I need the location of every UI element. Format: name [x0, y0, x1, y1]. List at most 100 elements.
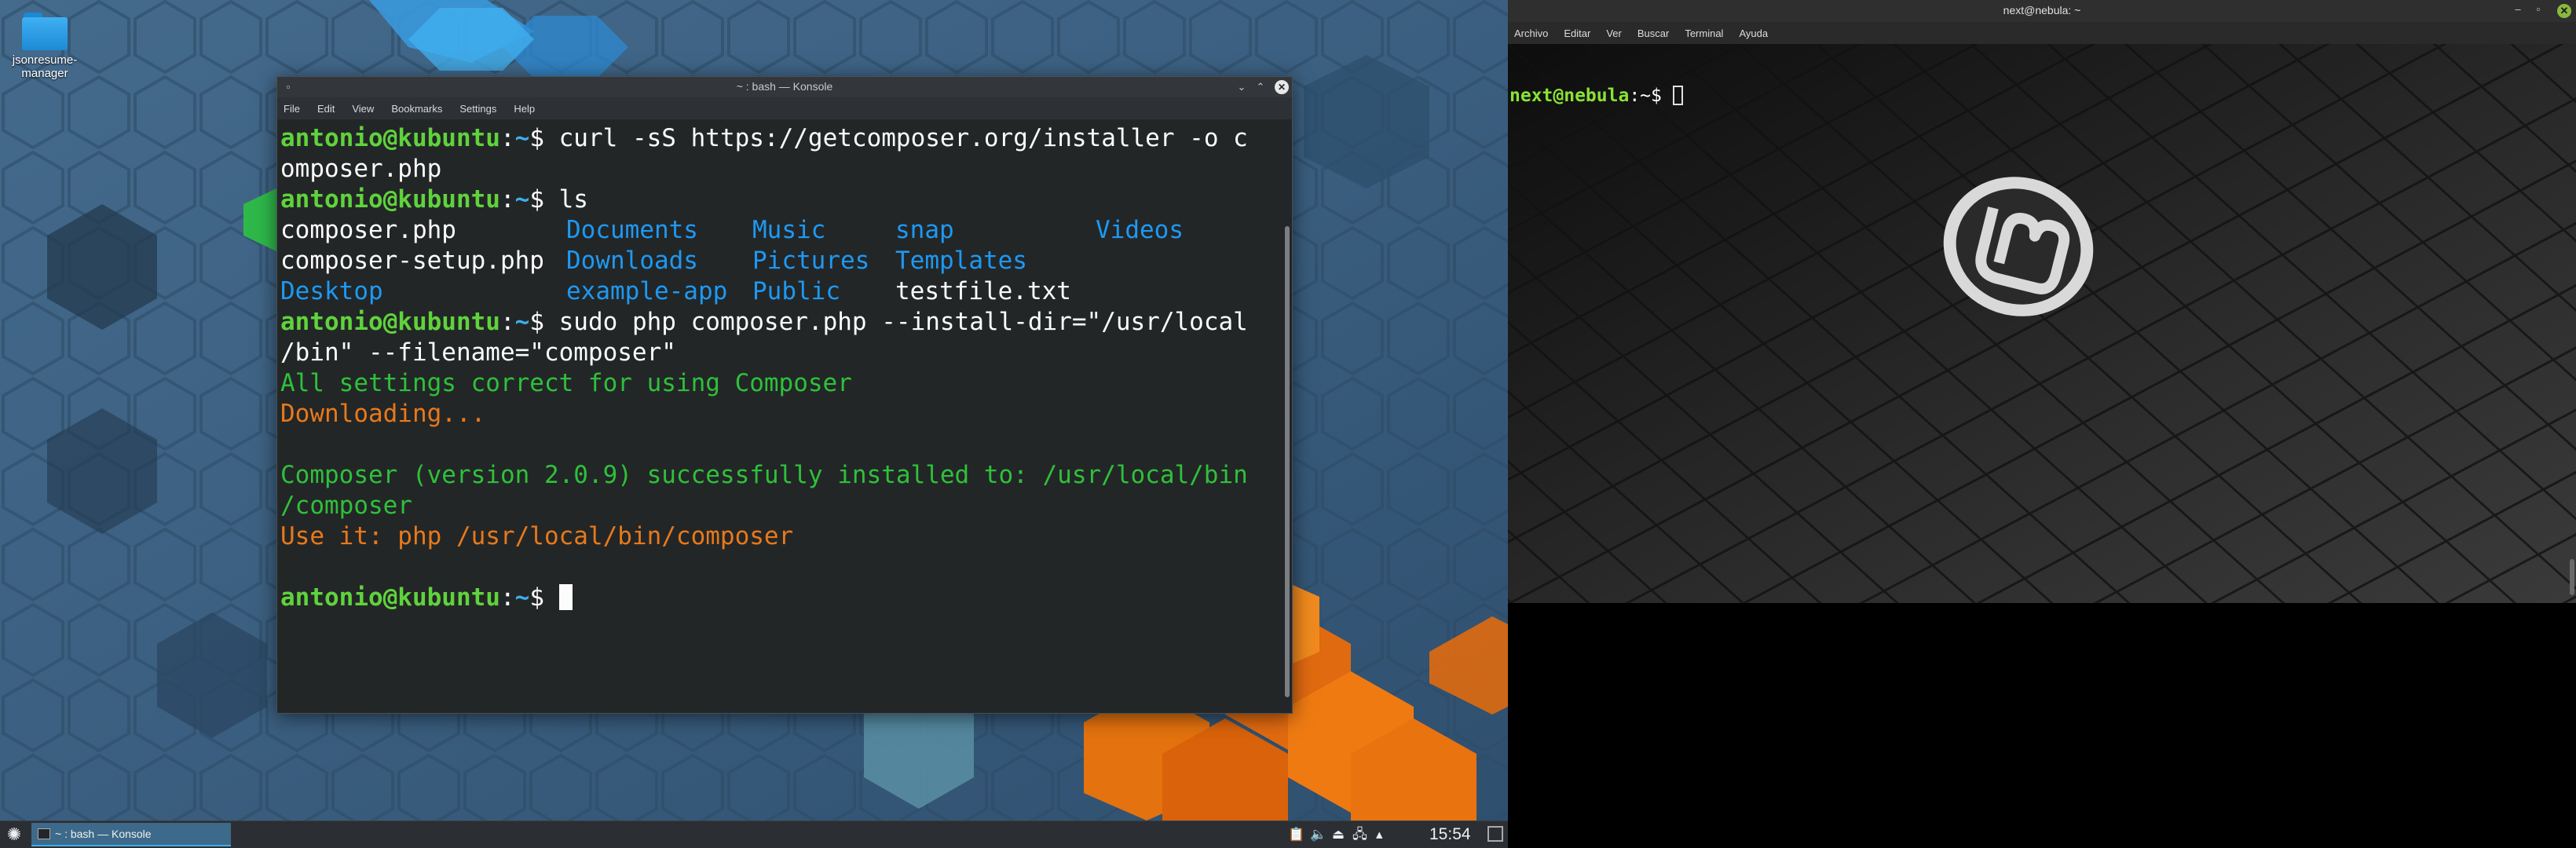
ls-dir: Documents	[566, 216, 698, 244]
expand-tray-icon[interactable]: ▴	[1376, 826, 1383, 843]
output-line: /composer	[280, 492, 412, 520]
prompt-user: antonio@kubuntu	[280, 124, 500, 152]
output-line: All settings correct for using Composer	[280, 369, 852, 397]
ls-file: composer.php	[280, 216, 456, 244]
menu-editar[interactable]: Editar	[1564, 27, 1590, 39]
prompt-path: ~	[514, 124, 530, 152]
menu-file[interactable]: File	[284, 103, 300, 115]
menu-help[interactable]: Help	[514, 103, 535, 115]
konsole-menubar: File Edit View Bookmarks Settings Help	[277, 97, 1292, 119]
menu-buscar[interactable]: Buscar	[1637, 27, 1669, 39]
prompt-path: ~	[514, 308, 530, 336]
output-line: Downloading...	[280, 400, 486, 428]
prompt-user: antonio@kubuntu	[280, 185, 500, 214]
ls-dir: Templates	[895, 247, 1027, 275]
ls-file: testfile.txt	[895, 277, 1071, 305]
clipboard-icon[interactable]: 📋	[1288, 826, 1304, 843]
prompt-end: $	[529, 124, 559, 152]
terminal-icon	[38, 828, 50, 839]
desktop-folder-icon-item[interactable]: jsonresume- manager	[11, 9, 79, 80]
ls-dir: Music	[752, 216, 826, 244]
minimize-icon[interactable]: –	[2510, 3, 2526, 15]
folder-icon	[22, 13, 68, 50]
terminal-line: antonio@kubuntu:~$ ls	[280, 185, 1275, 215]
minimize-icon[interactable]: ⌄	[1234, 79, 1250, 95]
menu-archivo[interactable]: Archivo	[1514, 27, 1548, 39]
prompt-end: $	[529, 185, 559, 214]
ls-file: composer-setup.php	[280, 247, 544, 275]
mint-scrollbar[interactable]	[2570, 559, 2574, 595]
prompt-path: ~	[514, 185, 530, 214]
prompt-sep: :	[499, 583, 515, 612]
menu-edit[interactable]: Edit	[317, 103, 335, 115]
maximize-icon[interactable]: ▫	[2530, 3, 2546, 15]
close-icon[interactable]: ✕	[2557, 4, 2571, 18]
prompt-end: $	[529, 583, 559, 612]
prompt-path: :~$	[1629, 86, 1673, 106]
menu-ver[interactable]: Ver	[1606, 27, 1622, 39]
menu-view[interactable]: View	[352, 103, 374, 115]
output-line: Composer (version 2.0.9) successfully in…	[280, 461, 1248, 489]
ls-dir: Downloads	[566, 247, 698, 275]
ls-row: Desktop example-app Public testfile.txt	[280, 276, 1275, 307]
prompt-sep: :	[499, 124, 515, 152]
prompt-user: antonio@kubuntu	[280, 308, 500, 336]
mint-titlebar[interactable]: next@nebula: ~ – ▫ ✕	[1508, 0, 2576, 22]
prompt-user: next@nebula	[1509, 86, 1630, 106]
terminal-cursor	[1672, 86, 1683, 105]
command-text: /bin" --filename="composer"	[280, 338, 676, 367]
mint-terminal[interactable]: next@nebula:~$	[1508, 44, 2576, 603]
ls-row: composer-setup.php Downloads Pictures Templ…	[280, 246, 1275, 276]
terminal-cursor	[558, 584, 573, 610]
prompt-sep: :	[499, 308, 515, 336]
command-text: ls	[558, 185, 588, 214]
konsole-window[interactable]: ▫ ~ : bash — Konsole ⌄ ⌃ ✕ File Edit Vie…	[276, 76, 1293, 714]
ls-row: composer.php Documents Music snap Videos	[280, 215, 1275, 246]
taskbar-item-konsole[interactable]: ~ : bash — Konsole	[31, 823, 231, 846]
mint-terminal-window[interactable]: next@nebula: ~ – ▫ ✕ Archivo Editar Ver …	[1508, 0, 2576, 848]
terminal-line: antonio@kubuntu:~$ sudo php composer.php…	[280, 307, 1275, 338]
close-icon[interactable]: ✕	[1275, 80, 1289, 94]
konsole-scrollbar[interactable]	[1285, 226, 1290, 697]
menu-bookmarks[interactable]: Bookmarks	[391, 103, 442, 115]
ls-dir: example-app	[566, 277, 728, 305]
ls-dir: snap	[895, 216, 954, 244]
konsole-title: ~ : bash — Konsole	[736, 80, 833, 93]
prompt-end: $	[529, 308, 559, 336]
prompt-path: ~	[514, 583, 530, 612]
kde-panel: ✺ ~ : bash — Konsole 📋 🔈 ⏏ 🖧 ▴ 15:54	[0, 821, 1508, 848]
prompt-user: antonio@kubuntu	[280, 583, 500, 612]
menu-ayuda[interactable]: Ayuda	[1739, 27, 1768, 39]
ls-dir: Pictures	[752, 247, 870, 275]
ls-dir: Public	[752, 277, 840, 305]
network-icon[interactable]: 🖧	[1352, 826, 1367, 843]
command-text: sudo php composer.php --install-dir="/us…	[558, 308, 1248, 336]
ls-dir: Videos	[1096, 216, 1184, 244]
command-text: curl -sS https://getcomposer.org/install…	[558, 124, 1248, 152]
maximize-icon[interactable]: ⌃	[1253, 79, 1268, 95]
show-desktop-icon[interactable]	[1487, 826, 1503, 842]
device-icon[interactable]: ⏏	[1332, 826, 1345, 843]
desktop-icon-label: jsonresume- manager	[12, 53, 78, 80]
volume-icon[interactable]: 🔈	[1310, 826, 1326, 843]
mint-menubar: Archivo Editar Ver Buscar Terminal Ayuda	[1508, 22, 2576, 44]
terminal-line: antonio@kubuntu:~$	[280, 583, 1275, 613]
output-line: Use it: php /usr/local/bin/composer	[280, 522, 794, 550]
terminal-line: omposer.php	[280, 154, 1275, 185]
terminal-line: antonio@kubuntu:~$ curl -sS https://getc…	[280, 123, 1275, 154]
menu-terminal[interactable]: Terminal	[1685, 27, 1723, 39]
konsole-terminal[interactable]: antonio@kubuntu:~$ curl -sS https://getc…	[277, 121, 1278, 713]
command-text: omposer.php	[280, 155, 442, 183]
linux-mint-logo-icon	[1943, 177, 2094, 316]
app-launcher-icon[interactable]: ✺	[5, 825, 24, 844]
mint-prompt-line: next@nebula:~$	[1509, 85, 1683, 107]
ls-dir: Desktop	[280, 277, 383, 305]
konsole-titlebar[interactable]: ▫ ~ : bash — Konsole ⌄ ⌃ ✕	[277, 77, 1292, 97]
clock[interactable]: 15:54	[1429, 824, 1471, 845]
terminal-line: /bin" --filename="composer"	[280, 338, 1275, 368]
menu-settings[interactable]: Settings	[459, 103, 496, 115]
prompt-sep: :	[499, 185, 515, 214]
taskbar-item-label: ~ : bash — Konsole	[55, 828, 152, 840]
